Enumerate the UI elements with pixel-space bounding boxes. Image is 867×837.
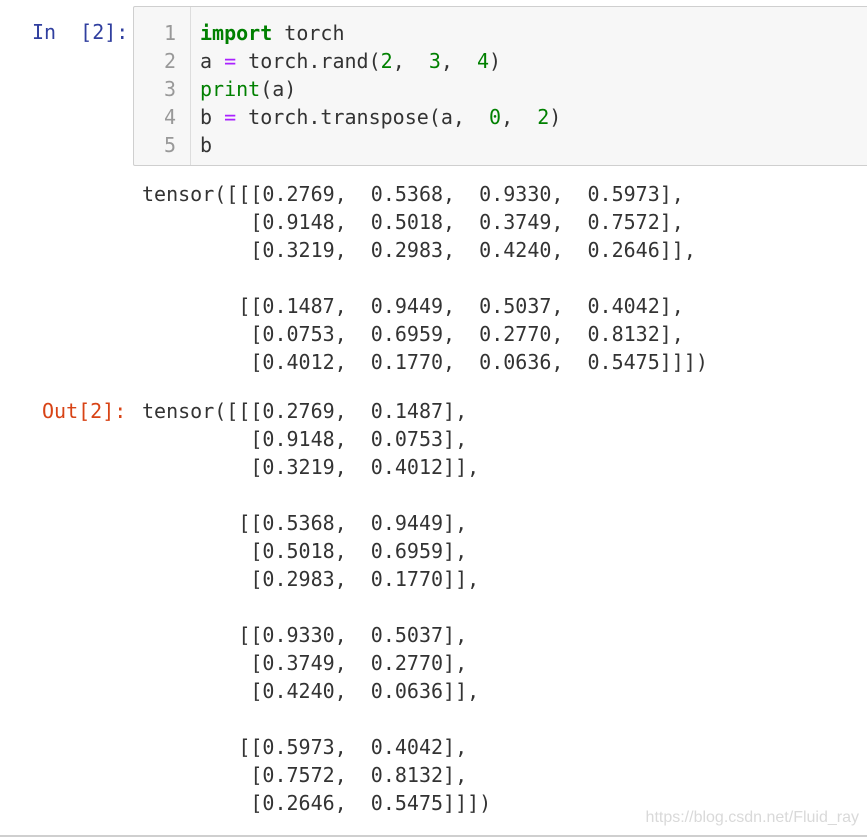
line-number: 1 bbox=[163, 21, 176, 45]
code-token: torch bbox=[272, 21, 345, 45]
code-token: 4 bbox=[476, 49, 490, 73]
code-token: ) bbox=[489, 49, 502, 73]
code-token: torch.rand( bbox=[236, 49, 381, 73]
code-token: 2 bbox=[380, 49, 393, 73]
code-token: ) bbox=[549, 105, 562, 129]
notebook-cell: In [2]: 12345 import torch a = torch.rand… bbox=[0, 0, 867, 837]
code-line[interactable]: import torch bbox=[200, 19, 345, 47]
code-token: torch.transpose(a, bbox=[236, 105, 490, 129]
code-token: = bbox=[224, 49, 237, 73]
code-token: import bbox=[200, 21, 273, 45]
code-line[interactable]: b = torch.transpose(a, 0, 2) bbox=[200, 103, 561, 131]
code-token: a bbox=[200, 49, 225, 73]
watermark: https://blog.csdn.net/Fluid_ray bbox=[645, 809, 859, 826]
code-token: 3 bbox=[428, 49, 441, 73]
input-prompt: In [2]: bbox=[32, 20, 129, 44]
code-editor[interactable]: 12345 import torch a = torch.rand(2, 3, 4… bbox=[133, 6, 867, 166]
code-token: (a) bbox=[260, 77, 297, 101]
code-line[interactable]: print(a) bbox=[200, 75, 296, 103]
code-token: 0 bbox=[489, 105, 502, 129]
code-token: b bbox=[200, 105, 225, 129]
code-token: print bbox=[200, 77, 261, 101]
stdout-output: tensor([[[0.2769, 0.5368, 0.9330, 0.5973… bbox=[142, 182, 708, 374]
line-number: 2 bbox=[163, 49, 176, 73]
output-prompt: Out[2]: bbox=[42, 399, 127, 423]
code-line[interactable]: b bbox=[200, 131, 212, 159]
line-number: 4 bbox=[163, 105, 176, 129]
code-line[interactable]: a = torch.rand(2, 3, 4) bbox=[200, 47, 501, 75]
line-number: 3 bbox=[163, 77, 176, 101]
code-token: = bbox=[224, 105, 237, 129]
line-number: 5 bbox=[163, 133, 176, 157]
code-token: , bbox=[501, 105, 538, 129]
line-number-gutter: 1 2 3 4 5 bbox=[134, 7, 191, 165]
result-output: tensor([[[0.2769, 0.1487], [0.9148, 0.07… bbox=[142, 399, 492, 815]
code-token: b bbox=[200, 133, 213, 157]
code-token: , bbox=[392, 49, 429, 73]
code-token: 2 bbox=[537, 105, 550, 129]
code-token: , bbox=[440, 49, 477, 73]
